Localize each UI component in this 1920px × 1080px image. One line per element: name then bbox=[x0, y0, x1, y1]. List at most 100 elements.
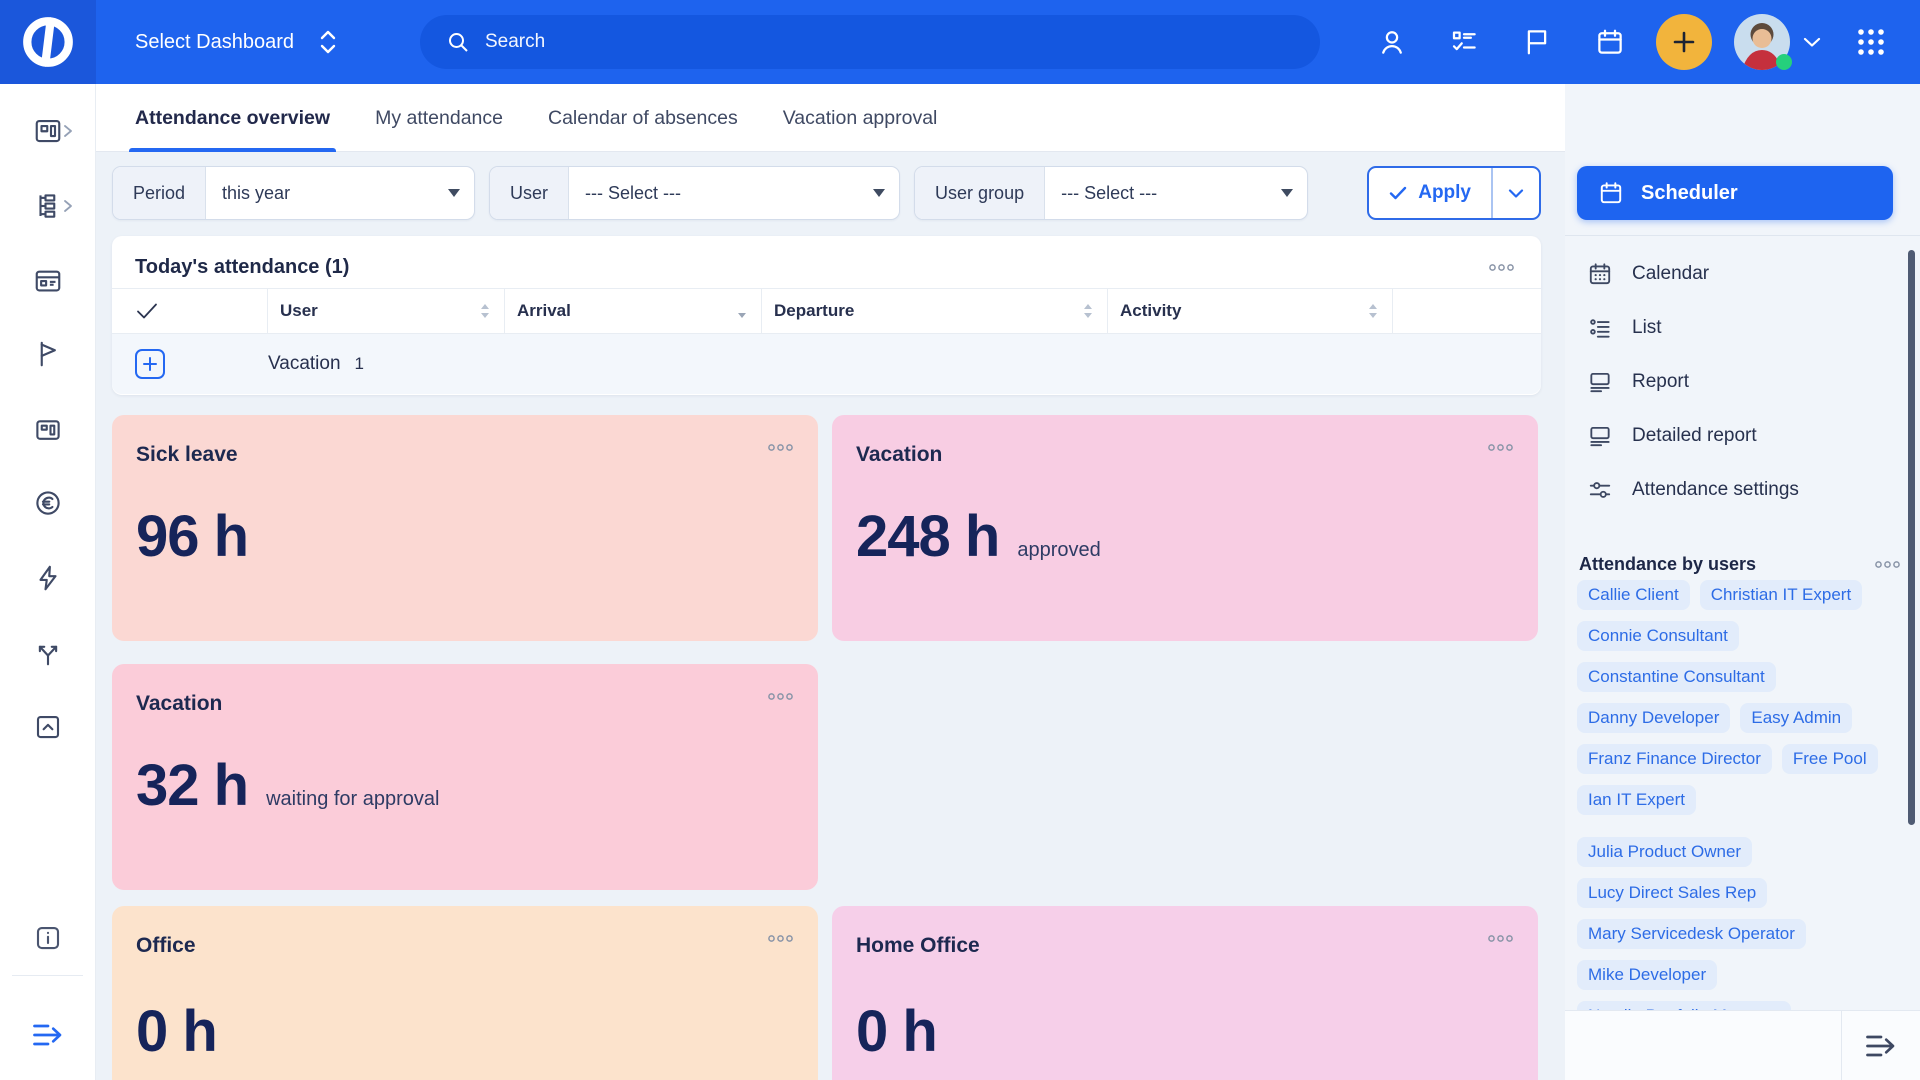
tasks-shortcut[interactable] bbox=[1441, 0, 1487, 84]
column-label: Departure bbox=[774, 301, 854, 321]
search-bar[interactable] bbox=[420, 15, 1320, 69]
app-logo[interactable] bbox=[0, 0, 96, 84]
card-value: 96 h bbox=[136, 503, 248, 570]
chevron-right-icon[interactable] bbox=[61, 123, 75, 139]
tab-calendar-of-absences[interactable]: Calendar of absences bbox=[548, 84, 738, 152]
dashboard-selector[interactable]: Select Dashboard bbox=[135, 0, 338, 84]
kebab-menu-icon[interactable] bbox=[767, 934, 794, 943]
report-icon bbox=[1587, 369, 1613, 395]
user-chip[interactable]: Easy Admin bbox=[1740, 703, 1852, 733]
flag-icon bbox=[1522, 27, 1552, 57]
main-content: Attendance overview My attendance Calend… bbox=[96, 84, 1565, 1080]
table-row[interactable]: Vacation 1 bbox=[112, 334, 1541, 394]
apps-grid-icon bbox=[1855, 26, 1887, 58]
profile-shortcut[interactable] bbox=[1369, 0, 1415, 84]
tab-attendance-overview[interactable]: Attendance overview bbox=[135, 84, 330, 152]
column-activity[interactable]: Activity bbox=[1108, 289, 1393, 333]
select-caret-icon bbox=[1281, 189, 1293, 197]
sliders-icon bbox=[1587, 477, 1613, 503]
search-input[interactable] bbox=[485, 31, 1294, 53]
avatar-menu-toggle[interactable] bbox=[1794, 0, 1830, 84]
kebab-menu-icon[interactable] bbox=[1487, 934, 1514, 943]
user-chip[interactable]: Mike Developer bbox=[1577, 960, 1717, 990]
column-departure[interactable]: Departure bbox=[762, 289, 1108, 333]
user-chip[interactable]: Free Pool bbox=[1782, 744, 1878, 774]
period-select[interactable]: this year bbox=[206, 167, 474, 219]
column-label: Arrival bbox=[517, 301, 571, 321]
user-chip[interactable]: Ian IT Expert bbox=[1577, 785, 1696, 815]
user-chip[interactable]: Constantine Consultant bbox=[1577, 662, 1776, 692]
sidebar-item-widgets[interactable] bbox=[33, 415, 63, 445]
user-chip[interactable]: Mary Servicedesk Operator bbox=[1577, 919, 1806, 949]
expand-row-button[interactable] bbox=[135, 349, 165, 379]
tab-bar: Attendance overview My attendance Calend… bbox=[96, 84, 1565, 152]
card-title: Office bbox=[136, 934, 196, 958]
tab-label: My attendance bbox=[375, 107, 503, 130]
panel-scrollbar[interactable] bbox=[1908, 250, 1915, 825]
top-bar: Select Dashboard bbox=[0, 0, 1920, 84]
user-chip[interactable]: Christian IT Expert bbox=[1700, 580, 1862, 610]
plus-icon bbox=[1670, 28, 1698, 56]
kebab-menu-icon[interactable] bbox=[767, 443, 794, 452]
sidebar-item-automation[interactable] bbox=[33, 563, 63, 593]
user-chip[interactable]: Franz Finance Director bbox=[1577, 744, 1772, 774]
menu-item-attendance-settings[interactable]: Attendance settings bbox=[1577, 463, 1897, 517]
kebab-menu-icon[interactable] bbox=[1487, 443, 1514, 452]
kebab-menu-icon[interactable] bbox=[767, 692, 794, 701]
user-group-select[interactable]: --- Select --- bbox=[1045, 167, 1307, 219]
user-chip[interactable]: Callie Client bbox=[1577, 580, 1690, 610]
apply-button-label: Apply bbox=[1418, 182, 1471, 204]
user-icon bbox=[1377, 27, 1407, 57]
sidebar-item-dashboards[interactable] bbox=[33, 116, 63, 146]
sidebar-item-structure[interactable] bbox=[33, 191, 63, 221]
tab-label: Calendar of absences bbox=[548, 107, 738, 130]
card-title: Sick leave bbox=[136, 443, 238, 467]
sort-icon bbox=[737, 303, 747, 319]
apply-button[interactable]: Apply bbox=[1369, 168, 1493, 218]
add-button[interactable] bbox=[1656, 14, 1712, 70]
scheduler-button[interactable]: Scheduler bbox=[1577, 166, 1893, 220]
menu-item-report[interactable]: Report bbox=[1577, 355, 1897, 409]
user-chip[interactable]: Connie Consultant bbox=[1577, 621, 1739, 651]
menu-item-calendar[interactable]: Calendar bbox=[1577, 247, 1897, 301]
card-value: 248 h bbox=[856, 503, 999, 570]
column-select-all[interactable] bbox=[112, 289, 268, 333]
kebab-menu-icon[interactable] bbox=[1874, 560, 1901, 569]
column-arrival[interactable]: Arrival bbox=[505, 289, 762, 333]
stat-card-sick-leave: Sick leave 96 h bbox=[112, 415, 818, 641]
tab-vacation-approval[interactable]: Vacation approval bbox=[783, 84, 938, 152]
apply-options-button[interactable] bbox=[1493, 168, 1539, 218]
info-icon bbox=[33, 923, 63, 953]
menu-item-detailed-report[interactable]: Detailed report bbox=[1577, 409, 1897, 463]
flag-shortcut[interactable] bbox=[1514, 0, 1560, 84]
expand-sidebar-button[interactable] bbox=[30, 1020, 66, 1050]
user-avatar[interactable] bbox=[1734, 14, 1790, 70]
user-chip-list: Callie Client Christian IT Expert Connie… bbox=[1577, 580, 1911, 1080]
scheduler-panel: Scheduler Calendar bbox=[1565, 84, 1920, 1080]
sidebar-item-finance[interactable] bbox=[33, 488, 63, 518]
column-actions bbox=[1393, 289, 1541, 333]
sidebar-item-workflows[interactable] bbox=[33, 638, 63, 668]
column-label: Activity bbox=[1120, 301, 1181, 321]
menu-item-list[interactable]: List bbox=[1577, 301, 1897, 355]
user-chip[interactable]: Danny Developer bbox=[1577, 703, 1730, 733]
user-chip[interactable]: Julia Product Owner bbox=[1577, 837, 1752, 867]
kebab-menu-icon[interactable] bbox=[1488, 263, 1515, 272]
chevron-right-icon[interactable] bbox=[61, 198, 75, 214]
apps-launcher[interactable] bbox=[1848, 0, 1894, 84]
calendar-shortcut[interactable] bbox=[1587, 0, 1633, 84]
user-select[interactable]: --- Select --- bbox=[569, 167, 899, 219]
sidebar-item-info[interactable] bbox=[33, 923, 63, 953]
sidebar-item-milestones[interactable] bbox=[33, 339, 63, 369]
stat-card-home-office: Home Office 0 h bbox=[832, 906, 1538, 1080]
user-chip[interactable]: Lucy Direct Sales Rep bbox=[1577, 878, 1767, 908]
card-note: waiting for approval bbox=[266, 788, 439, 811]
period-filter-label: Period bbox=[113, 167, 206, 219]
column-user[interactable]: User bbox=[268, 289, 505, 333]
sidebar-item-projects[interactable] bbox=[33, 266, 63, 296]
attendance-by-users-header: Attendance by users bbox=[1579, 554, 1901, 575]
widgets-icon bbox=[33, 415, 63, 445]
sidebar-item-archive[interactable] bbox=[33, 712, 63, 742]
collapse-panel-button[interactable] bbox=[1841, 1011, 1920, 1080]
tab-my-attendance[interactable]: My attendance bbox=[375, 84, 503, 152]
